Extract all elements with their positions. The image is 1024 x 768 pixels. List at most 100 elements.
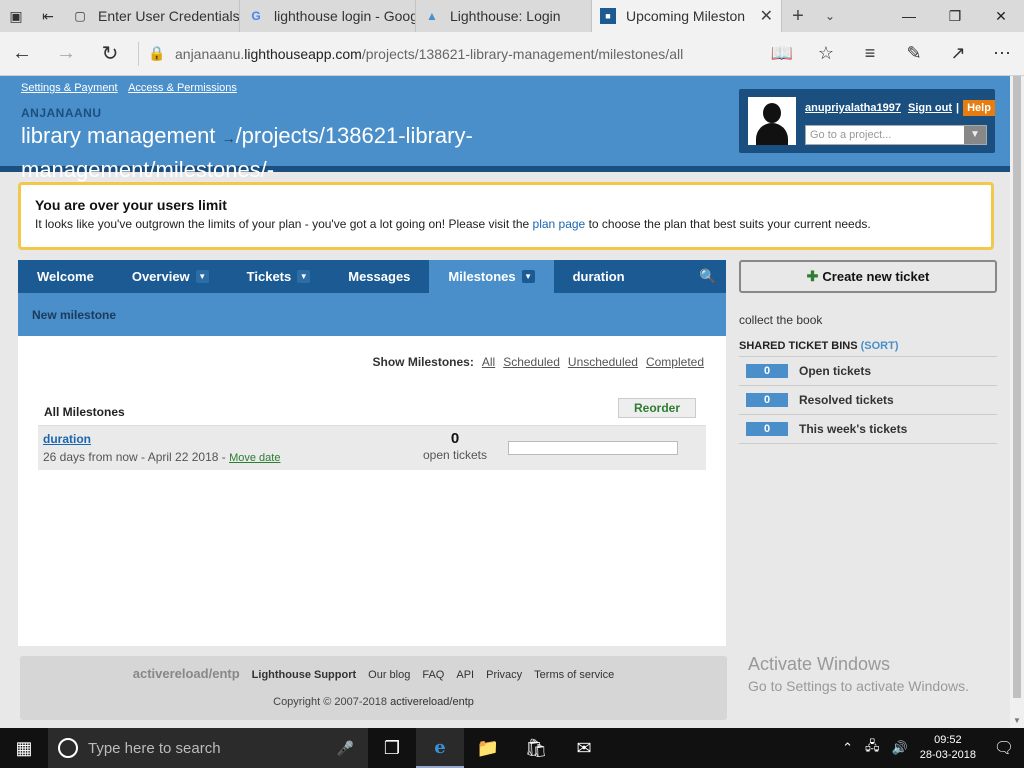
lighthouse-support-link[interactable]: Lighthouse Support	[252, 669, 356, 681]
minimize-icon[interactable]: —	[886, 0, 932, 32]
pen-icon[interactable]: ✎	[892, 32, 936, 76]
refresh-icon[interactable]: ↻	[88, 32, 132, 76]
browser-tab-active[interactable]: ■ Upcoming Mileston ✕	[592, 0, 782, 32]
filter-unscheduled-link[interactable]: Unscheduled	[568, 355, 638, 369]
restore-icon[interactable]: ❐	[932, 0, 978, 32]
bin-resolved-tickets[interactable]: 0 Resolved tickets	[739, 386, 997, 415]
move-date-link[interactable]: Move date	[229, 452, 280, 464]
file-explorer-icon[interactable]: 📁	[464, 728, 512, 768]
chevron-down-icon[interactable]: ▼	[297, 270, 311, 283]
browser-tab[interactable]: G lighthouse login - Goog	[240, 0, 416, 32]
copyright-link[interactable]: activereload/entp	[390, 696, 474, 708]
edge-icon[interactable]: e	[416, 728, 464, 768]
task-view-icon[interactable]: ❐	[368, 728, 416, 768]
bin-label: Resolved tickets	[799, 393, 894, 407]
sort-link[interactable]: (SORT)	[861, 340, 899, 352]
tab-label: Messages	[348, 269, 411, 284]
web-page: Settings & Payment Access & Permissions …	[0, 76, 1010, 728]
search-icon[interactable]: 🔍	[690, 260, 726, 293]
filter-all-link[interactable]: All	[482, 355, 495, 369]
milestone-name-link[interactable]: duration	[43, 432, 91, 446]
sidebar: ✚ Create new ticket collect the book SHA…	[739, 260, 997, 444]
project-select[interactable]: Go to a project... ▼	[805, 125, 987, 145]
milestone-due: 26 days from now - April 22 2018 - Move …	[43, 450, 280, 464]
close-tab-icon[interactable]: ✕	[760, 6, 773, 26]
taskbar-search[interactable]: Type here to search 🎤	[48, 728, 368, 768]
reorder-button[interactable]: Reorder	[618, 398, 696, 418]
ticket-bins-title: SHARED TICKET BINS (SORT)	[739, 340, 997, 357]
new-tab-icon[interactable]: +	[782, 0, 814, 32]
faq-link[interactable]: FAQ	[422, 669, 444, 681]
browser-tab[interactable]: ▲ Lighthouse: Login	[416, 0, 592, 32]
lighthouse-icon: ■	[600, 8, 616, 24]
filter-completed-link[interactable]: Completed	[646, 355, 704, 369]
back-icon[interactable]: ←	[0, 32, 44, 76]
search-placeholder: Type here to search	[88, 739, 221, 757]
privacy-link[interactable]: Privacy	[486, 669, 522, 681]
windows-start-icon[interactable]: ▦	[0, 728, 48, 768]
dropdown-arrow-icon[interactable]: ▼	[964, 126, 986, 144]
lock-icon[interactable]: 🔒	[145, 45, 169, 62]
volume-icon[interactable]: 🔊	[892, 740, 908, 756]
clock[interactable]: 09:52 28-03-2018	[920, 733, 976, 763]
user-links: anupriyalatha1997 Sign out | Help	[805, 100, 995, 116]
milestone-row: duration 26 days from now - April 22 201…	[38, 426, 706, 470]
signout-link[interactable]: Sign out	[908, 102, 952, 114]
favorite-star-icon[interactable]: ☆	[804, 32, 848, 76]
plan-page-link[interactable]: plan page	[533, 217, 586, 231]
share-icon[interactable]: ↗	[936, 32, 980, 76]
mail-icon[interactable]: ✉	[560, 728, 608, 768]
new-milestone-link[interactable]: New milestone	[32, 308, 116, 322]
tab-welcome[interactable]: Welcome	[18, 260, 113, 293]
url-prefix: anjanaanu.	[175, 45, 245, 62]
hub-icon[interactable]: ≡	[848, 32, 892, 76]
tab-tickets[interactable]: Tickets ▼	[228, 260, 330, 293]
tab-messages[interactable]: Messages	[329, 260, 429, 293]
help-button[interactable]: Help	[963, 100, 995, 116]
avatar	[748, 97, 796, 145]
settings-payment-link[interactable]: Settings & Payment	[21, 82, 118, 94]
windows-taskbar: ▦ Type here to search 🎤 ❐ e 📁 🛍 ✉ ⌃ 🖧 🔊 …	[0, 728, 1024, 768]
google-icon: G	[251, 9, 261, 23]
footer-links: activereload/entp Lighthouse Support Our…	[20, 666, 727, 681]
close-icon[interactable]: ✕	[978, 0, 1024, 32]
filter-scheduled-link[interactable]: Scheduled	[503, 355, 560, 369]
chevron-down-icon[interactable]: ⌄	[814, 0, 846, 32]
network-icon[interactable]: 🖧	[865, 737, 880, 759]
page-scrollbar[interactable]: ▲ ▼	[1010, 76, 1024, 728]
scroll-thumb[interactable]	[1013, 76, 1021, 698]
chevron-up-icon[interactable]: ⌃	[842, 740, 853, 756]
tab-overview[interactable]: Overview ▼	[113, 260, 228, 293]
api-link[interactable]: API	[456, 669, 474, 681]
project-name[interactable]: library management	[21, 123, 215, 148]
footer-brand[interactable]: activereload/entp	[133, 666, 240, 681]
bin-open-tickets[interactable]: 0 Open tickets	[739, 357, 997, 386]
browser-tab[interactable]: ▢ Enter User Credentials	[64, 0, 240, 32]
chevron-down-icon[interactable]: ▼	[195, 270, 209, 283]
tab-milestones[interactable]: Milestones ▼	[429, 260, 554, 293]
bin-week-tickets[interactable]: 0 This week's tickets	[739, 415, 997, 444]
our-blog-link[interactable]: Our blog	[368, 669, 410, 681]
set-aside-tabs-icon[interactable]: ⇤	[32, 0, 64, 32]
bins-title-text: SHARED TICKET BINS	[739, 340, 858, 352]
username-link[interactable]: anupriyalatha1997	[805, 102, 901, 114]
url-field[interactable]: anjanaanu.lighthouseapp.com/projects/138…	[175, 46, 683, 62]
alert-title: You are over your users limit	[35, 197, 227, 213]
access-permissions-link[interactable]: Access & Permissions	[128, 82, 237, 94]
create-ticket-button[interactable]: ✚ Create new ticket	[739, 260, 997, 293]
store-icon[interactable]: 🛍	[512, 728, 560, 768]
milestone-progress-bar	[508, 441, 678, 455]
reading-view-icon[interactable]: 📖	[760, 32, 804, 76]
more-icon[interactable]: ⋯	[980, 32, 1024, 76]
forward-icon[interactable]: →	[44, 32, 88, 76]
microphone-icon[interactable]: 🎤	[337, 740, 354, 757]
separator: |	[956, 102, 960, 114]
url-path: /projects/138621-library-management/mile…	[361, 45, 684, 62]
tab-duration[interactable]: duration	[554, 260, 644, 293]
tab-list-icon[interactable]: ▣	[0, 0, 32, 32]
scroll-down-icon[interactable]: ▼	[1010, 714, 1024, 728]
all-milestones-title: All Milestones	[44, 405, 125, 419]
terms-link[interactable]: Terms of service	[534, 669, 614, 681]
chevron-down-icon[interactable]: ▼	[521, 270, 535, 283]
notifications-icon[interactable]: 🗨	[984, 738, 1024, 758]
